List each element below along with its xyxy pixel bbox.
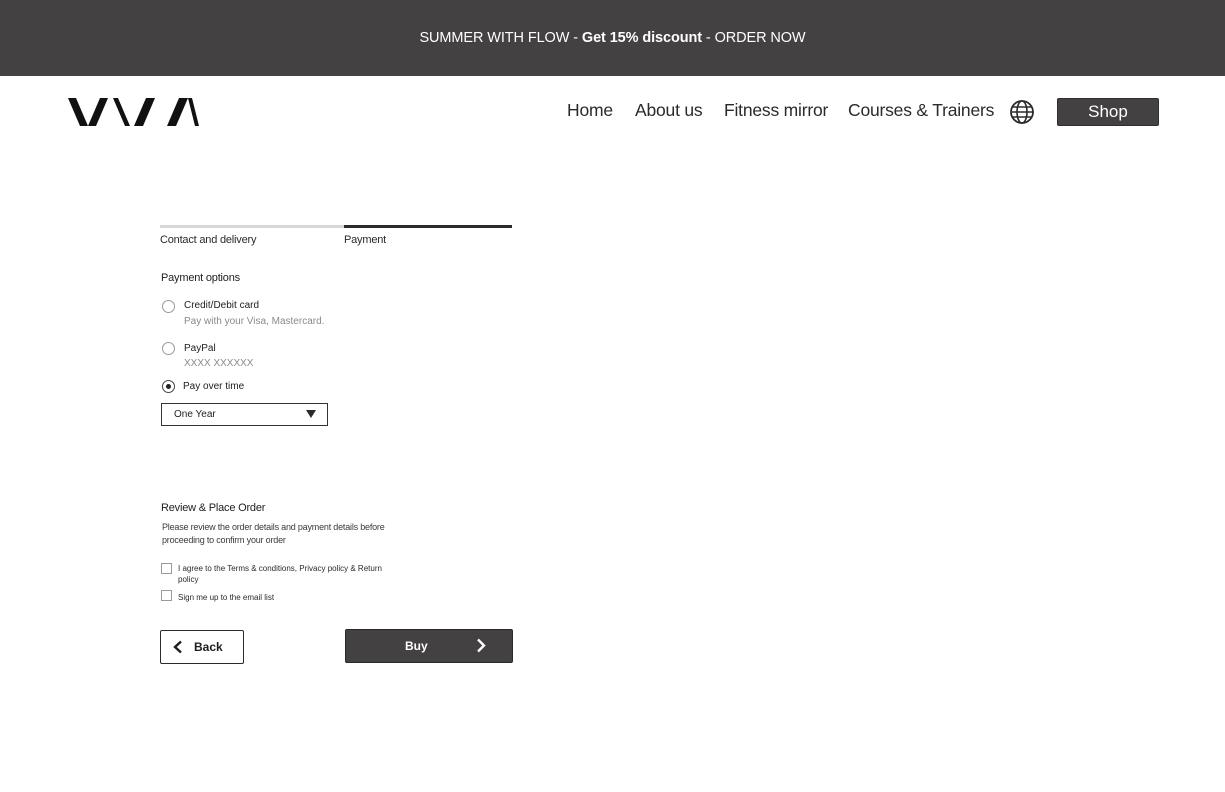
term-select-value: One Year — [174, 409, 216, 420]
caret-down-icon — [306, 410, 316, 418]
paypal-description: XXXX XXXXXX — [184, 358, 254, 369]
email-list-checkbox-label[interactable]: Sign me up to the email list — [178, 592, 274, 603]
back-button[interactable]: Back — [160, 630, 244, 664]
credit-card-radio[interactable] — [162, 300, 175, 313]
buy-button-label: Buy — [405, 639, 428, 653]
nav-fitness-mirror[interactable]: Fitness mirror — [724, 100, 828, 124]
paypal-radio[interactable] — [162, 342, 175, 355]
credit-card-label[interactable]: Credit/Debit card — [184, 300, 259, 311]
brand-logo[interactable] — [68, 98, 199, 126]
pay-over-time-label[interactable]: Pay over time — [183, 381, 244, 392]
shop-button[interactable]: Shop — [1057, 98, 1159, 126]
promo-prefix: SUMMER WITH FLOW - — [419, 30, 582, 46]
pay-over-time-radio[interactable] — [162, 380, 175, 393]
email-list-checkbox[interactable] — [161, 590, 172, 601]
step-payment-label[interactable]: Payment — [344, 234, 386, 246]
term-select[interactable]: One Year — [161, 403, 328, 426]
promo-highlight: Get 15% discount — [581, 30, 702, 46]
terms-checkbox-label[interactable]: I agree to the Terms & conditions, Priva… — [178, 563, 388, 585]
globe-icon[interactable] — [1009, 99, 1035, 125]
nav-about-us[interactable]: About us — [635, 100, 703, 124]
step-contact-label[interactable]: Contact and delivery — [160, 234, 256, 246]
step-contact-progress — [160, 225, 344, 228]
nav-home[interactable]: Home — [567, 100, 613, 124]
chevron-right-icon — [477, 638, 486, 653]
paypal-label[interactable]: PayPal — [184, 343, 216, 354]
promo-banner[interactable]: SUMMER WITH FLOW - Get 15% discount - OR… — [0, 0, 1225, 76]
payment-options-title: Payment options — [161, 272, 240, 284]
review-description: Please review the order details and paym… — [162, 522, 385, 545]
buy-button[interactable]: Buy — [345, 629, 513, 663]
review-title: Review & Place Order — [161, 502, 266, 514]
terms-checkbox[interactable] — [161, 563, 172, 574]
step-payment-progress — [344, 225, 512, 228]
nav-courses-trainers[interactable]: Courses & Trainers — [848, 100, 994, 124]
chevron-left-icon — [173, 640, 182, 654]
credit-card-description: Pay with your Visa, Mastercard. — [184, 316, 325, 327]
back-button-label: Back — [194, 640, 223, 654]
promo-suffix: - ORDER NOW — [701, 30, 806, 46]
